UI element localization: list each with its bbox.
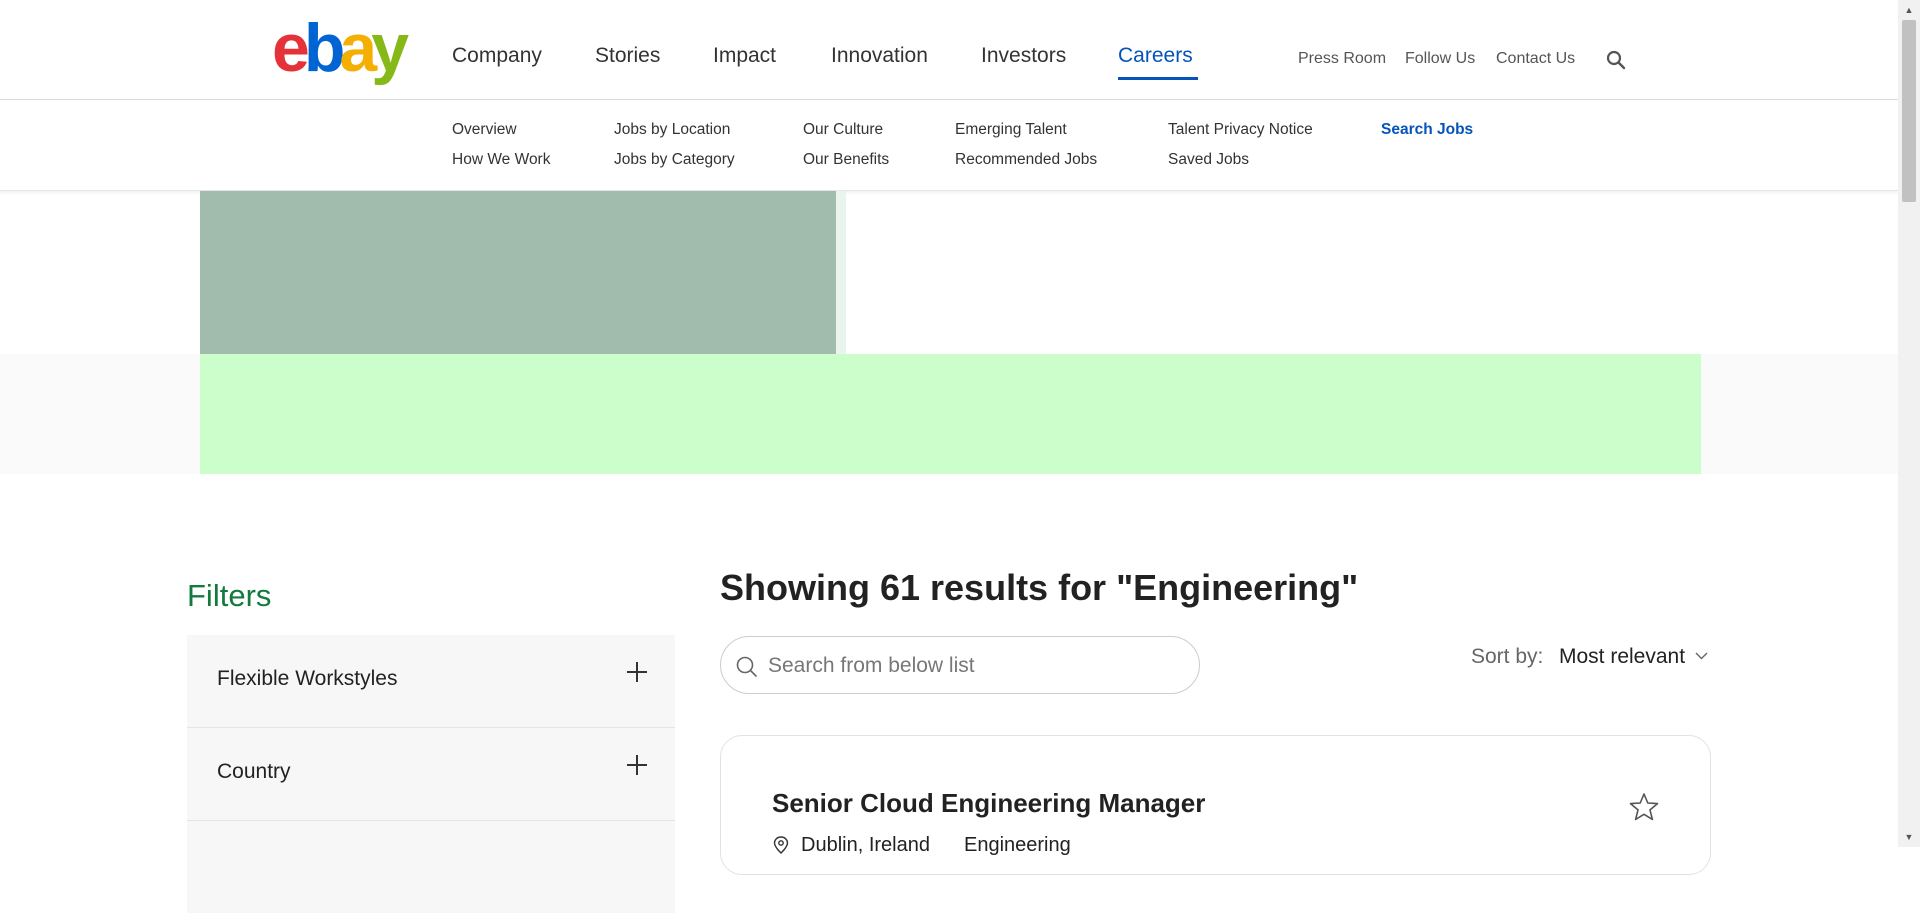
top-navigation: ebay Company Stories Impact Innovation I…	[0, 0, 1898, 100]
contact-us-link[interactable]: Contact Us	[1496, 50, 1575, 68]
sort-select[interactable]: Most relevant	[1559, 645, 1685, 669]
job-card[interactable]: Senior Cloud Engineering Manager Dublin,…	[720, 735, 1711, 875]
nav-company[interactable]: Company	[452, 44, 542, 68]
subnav-search-jobs[interactable]: Search Jobs	[1381, 121, 1473, 139]
subnav-how-we-work[interactable]: How We Work	[452, 151, 550, 169]
results-heading: Showing 61 results for "Engineering"	[720, 567, 1359, 608]
job-category: Engineering	[964, 834, 1071, 856]
subnav-our-benefits[interactable]: Our Benefits	[803, 151, 889, 169]
press-room-link[interactable]: Press Room	[1298, 50, 1386, 68]
subnav-jobs-by-location[interactable]: Jobs by Location	[614, 121, 730, 139]
filter-country[interactable]: Country	[187, 728, 675, 821]
subnav-our-culture[interactable]: Our Culture	[803, 121, 883, 139]
filters-title: Filters	[187, 578, 272, 613]
subnav-recommended-jobs[interactable]: Recommended Jobs	[955, 151, 1097, 169]
filter-label: Country	[217, 760, 291, 783]
hero-divider	[836, 191, 846, 354]
nav-impact[interactable]: Impact	[713, 44, 776, 68]
job-title[interactable]: Senior Cloud Engineering Manager	[772, 788, 1205, 819]
subnav-saved-jobs[interactable]: Saved Jobs	[1168, 151, 1249, 169]
chevron-down-icon[interactable]	[1694, 648, 1709, 663]
careers-subnav: Overview How We Work Jobs by Location Jo…	[0, 100, 1898, 191]
subnav-jobs-by-category[interactable]: Jobs by Category	[614, 151, 735, 169]
page-scrollbar[interactable]: ▲ ▼	[1898, 0, 1920, 847]
filter-next[interactable]	[187, 821, 675, 913]
hero-image	[200, 191, 836, 354]
follow-us-link[interactable]: Follow Us	[1405, 50, 1475, 68]
list-search-box[interactable]	[720, 636, 1200, 694]
subnav-talent-privacy-notice[interactable]: Talent Privacy Notice	[1168, 121, 1313, 139]
scroll-down-icon[interactable]: ▼	[1898, 827, 1920, 847]
scroll-up-icon[interactable]: ▲	[1898, 0, 1920, 20]
job-location: Dublin, Ireland	[801, 834, 930, 856]
plus-icon[interactable]	[627, 755, 647, 775]
hero-banner	[200, 354, 1701, 474]
scrollbar-thumb[interactable]	[1902, 20, 1916, 202]
filter-label: Flexible Workstyles	[217, 667, 398, 690]
sort-label: Sort by:	[1471, 645, 1544, 668]
nav-careers[interactable]: Careers	[1118, 44, 1193, 68]
list-search-input[interactable]	[766, 647, 1180, 685]
search-icon[interactable]	[1606, 50, 1626, 70]
active-tab-underline	[1118, 77, 1198, 80]
search-icon	[736, 656, 757, 677]
subnav-emerging-talent[interactable]: Emerging Talent	[955, 121, 1067, 139]
star-icon[interactable]	[1628, 791, 1660, 823]
ebay-logo[interactable]: ebay	[272, 14, 409, 82]
nav-investors[interactable]: Investors	[981, 44, 1066, 68]
nav-innovation[interactable]: Innovation	[831, 44, 928, 68]
filter-flexible-workstyles[interactable]: Flexible Workstyles	[187, 635, 675, 728]
subnav-overview[interactable]: Overview	[452, 121, 517, 139]
nav-stories[interactable]: Stories	[595, 44, 660, 68]
location-pin-icon	[773, 836, 789, 854]
plus-icon[interactable]	[627, 662, 647, 682]
